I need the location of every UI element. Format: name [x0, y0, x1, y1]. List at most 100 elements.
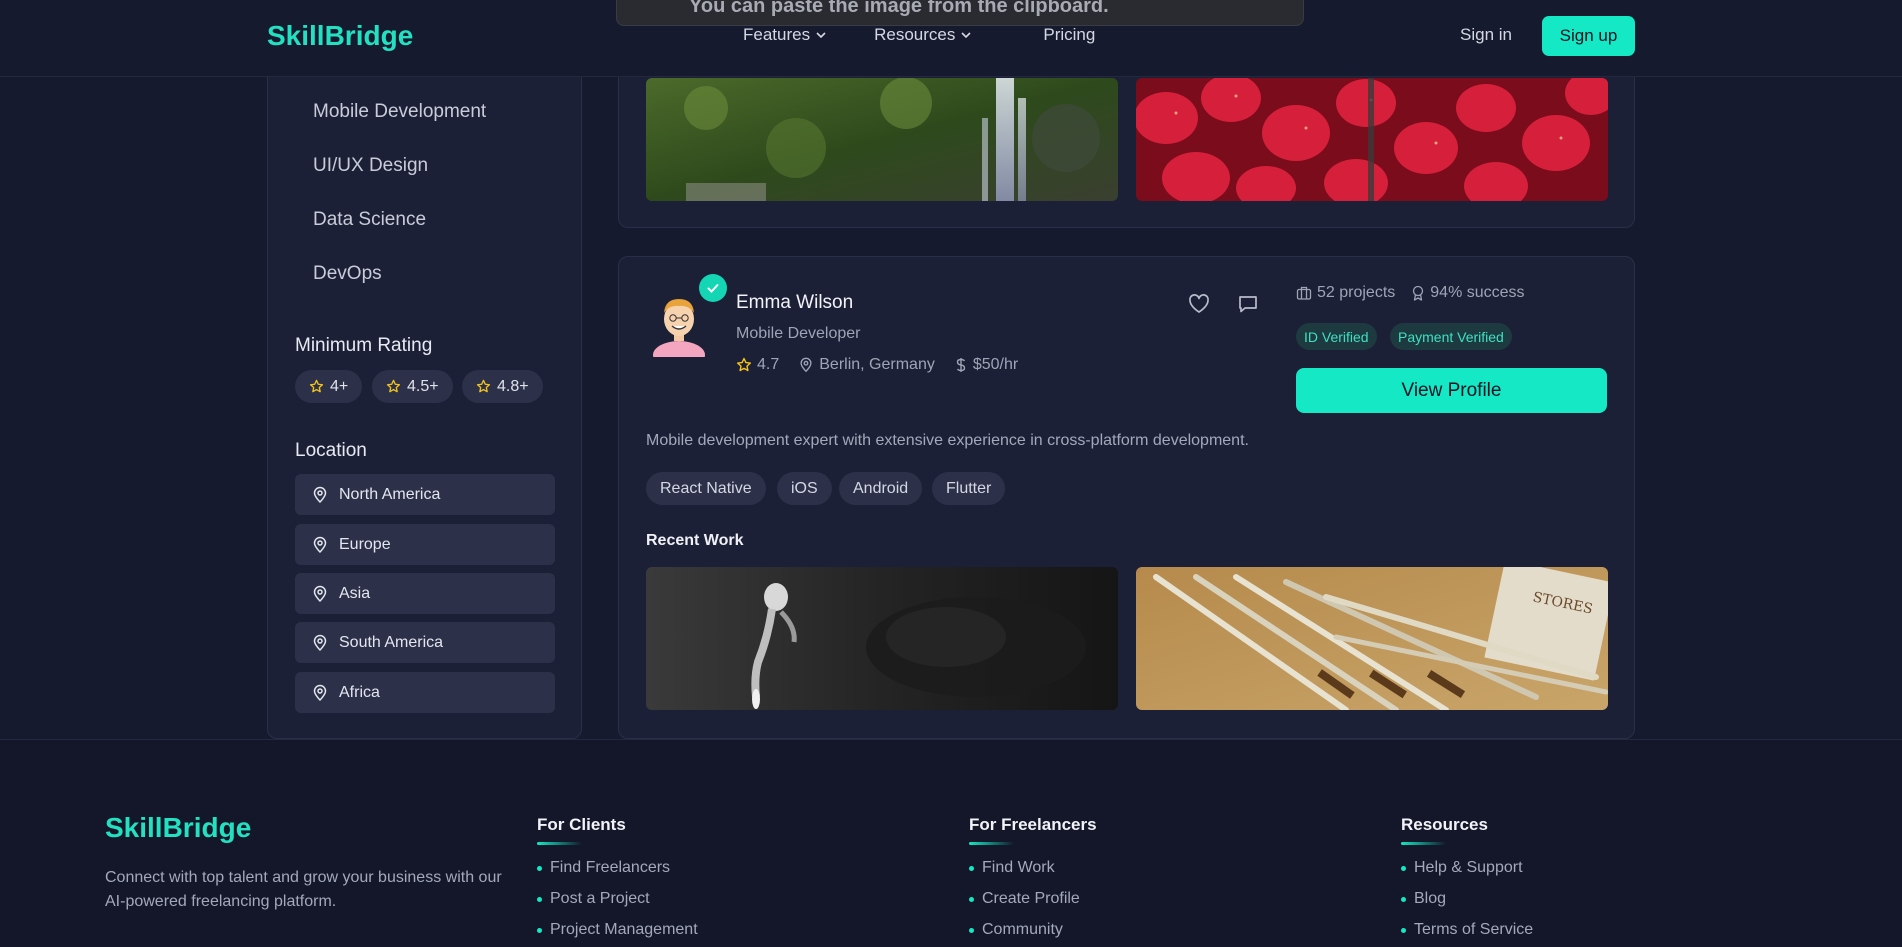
footer-link-label: Community	[982, 921, 1063, 938]
payment-verified-badge: Payment Verified	[1390, 323, 1512, 350]
footer-col-for-freelancers: For Freelancers Find Work Create Profile…	[969, 815, 1097, 947]
category-ui-ux-design[interactable]: UI/UX Design	[313, 155, 428, 177]
rating-chip-4-8[interactable]: 4.8+	[462, 370, 543, 403]
strawberries-image	[1136, 78, 1608, 201]
rating: 4.7	[736, 356, 779, 374]
briefcase-icon	[1296, 286, 1312, 300]
footer-link[interactable]: Project Management	[537, 921, 698, 939]
projects-value: 52 projects	[1317, 284, 1396, 301]
footer-link-label: Help & Support	[1414, 859, 1523, 876]
footer-link[interactable]: Blog	[1401, 890, 1533, 908]
footer-link-label: Find Freelancers	[550, 859, 671, 876]
footer-col-title: For Freelancers	[969, 815, 1097, 834]
message-icon[interactable]	[1236, 292, 1260, 316]
toast-message: You can paste the image from the clipboa…	[689, 0, 1109, 17]
footer-link-label: Project Management	[550, 921, 698, 938]
footer-logo[interactable]: SkillBridge	[105, 812, 251, 844]
skill-tag[interactable]: iOS	[777, 472, 832, 505]
chevron-down-icon	[961, 32, 971, 39]
skill-tag[interactable]: React Native	[646, 472, 766, 505]
rating-chip-label: 4.8+	[497, 377, 529, 395]
footer-col-resources: Resources Help & Support Blog Terms of S…	[1401, 815, 1533, 947]
site-footer: SkillBridge Connect with top talent and …	[0, 739, 1902, 947]
bullet-icon	[969, 865, 974, 871]
recent-work-image-diver[interactable]	[646, 567, 1118, 710]
location-north-america[interactable]: North America	[295, 474, 555, 515]
recent-work-image-waterfall[interactable]	[646, 78, 1118, 201]
location-asia[interactable]: Asia	[295, 573, 555, 614]
location-label: Africa	[339, 683, 380, 701]
star-icon	[737, 357, 751, 372]
projects-stat: 52 projects	[1296, 284, 1395, 302]
category-data-science[interactable]: Data Science	[313, 209, 426, 231]
location-africa[interactable]: Africa	[295, 672, 555, 713]
footer-title-underline	[1401, 842, 1446, 845]
location-label: Asia	[339, 584, 371, 602]
site-logo[interactable]: SkillBridge	[267, 20, 413, 52]
footer-link[interactable]: Terms of Service	[1401, 921, 1533, 939]
recent-work-title: Recent Work	[646, 532, 744, 549]
footer-link-label: Blog	[1414, 890, 1447, 907]
location-label: North America	[339, 485, 441, 503]
footer-link[interactable]: Help & Support	[1401, 859, 1533, 877]
star-icon	[386, 379, 401, 393]
map-pin-icon	[313, 536, 327, 553]
nav-features[interactable]: Features	[743, 25, 826, 45]
footer-link[interactable]: Community	[969, 921, 1097, 939]
bullet-icon	[1401, 865, 1406, 871]
recent-work-image-tools[interactable]: STORES	[1136, 567, 1608, 710]
nav-pricing[interactable]: Pricing	[1043, 25, 1095, 45]
diver-image	[646, 567, 1118, 710]
sign-up-button[interactable]: Sign up	[1542, 16, 1635, 56]
bullet-icon	[1401, 896, 1406, 902]
freelancer-name[interactable]: Emma Wilson	[736, 292, 853, 314]
footer-col-title: Resources	[1401, 815, 1488, 834]
skill-tag[interactable]: Android	[839, 472, 923, 505]
waterfall-image	[646, 78, 1118, 201]
bullet-icon	[537, 927, 542, 933]
freelancer-role: Mobile Developer	[736, 325, 861, 342]
location-europe[interactable]: Europe	[295, 524, 555, 565]
skill-tag[interactable]: Flutter	[932, 472, 1006, 505]
rating-chip-label: 4+	[330, 377, 349, 395]
footer-link[interactable]: Post a Project	[537, 890, 698, 908]
sign-in-link[interactable]: Sign in	[1460, 25, 1512, 45]
footer-link[interactable]: Create Profile	[969, 890, 1097, 908]
freelancer-description: Mobile development expert with extensive…	[646, 432, 1249, 449]
nav-resources[interactable]: Resources	[874, 25, 971, 45]
location-label: Europe	[339, 535, 391, 553]
footer-link[interactable]: Find Freelancers	[537, 859, 698, 877]
avatar[interactable]	[647, 287, 711, 369]
location-south-america[interactable]: South America	[295, 622, 555, 663]
location: Berlin, Germany	[798, 356, 935, 374]
freelancer-card: Emma Wilson Mobile Developer 4.7 Berlin,…	[618, 256, 1635, 739]
footer-description: Connect with top talent and grow your bu…	[105, 869, 502, 910]
category-devops[interactable]: DevOps	[313, 263, 382, 285]
nav-features-label: Features	[743, 25, 811, 44]
main-nav: Features Resources Pricing	[743, 25, 1143, 45]
bullet-icon	[1401, 927, 1406, 933]
rating-chip-4[interactable]: 4+	[295, 370, 363, 403]
map-pin-icon	[313, 585, 327, 602]
star-icon	[309, 379, 324, 393]
map-pin-icon	[313, 486, 327, 503]
freelancer-stats: 52 projects 94% success	[1296, 284, 1525, 302]
bullet-icon	[969, 896, 974, 902]
bullet-icon	[537, 865, 542, 871]
footer-link-label: Post a Project	[550, 890, 650, 907]
nav-resources-label: Resources	[874, 25, 956, 44]
footer-link[interactable]: Find Work	[969, 859, 1097, 877]
freelancer-meta: 4.7 Berlin, Germany $50/hr	[736, 356, 1037, 374]
award-icon	[1413, 285, 1424, 301]
nav-pricing-label: Pricing	[1043, 25, 1096, 44]
footer-col-for-clients: For Clients Find Freelancers Post a Proj…	[537, 815, 698, 947]
heart-icon[interactable]	[1187, 292, 1211, 316]
footer-link-label: Terms of Service	[1414, 921, 1534, 938]
recent-work-image-strawberries[interactable]	[1136, 78, 1608, 201]
rating-chip-4-5[interactable]: 4.5+	[372, 370, 453, 403]
category-mobile-development[interactable]: Mobile Development	[313, 101, 486, 123]
location-value: Berlin, Germany	[819, 356, 935, 373]
map-pin-icon	[800, 357, 812, 373]
view-profile-button[interactable]: View Profile	[1296, 368, 1607, 413]
tools-image: STORES	[1136, 567, 1608, 710]
